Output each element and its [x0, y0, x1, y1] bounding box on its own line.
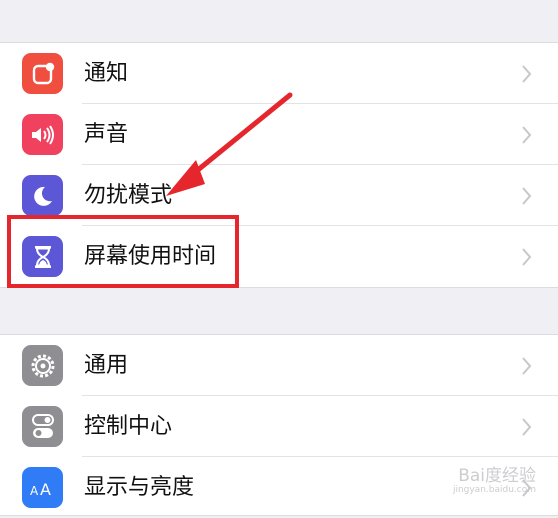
settings-row-label: 显示与亮度 — [84, 475, 195, 500]
settings-row-sounds[interactable]: 声音 — [0, 104, 558, 165]
control-center-icon — [22, 406, 63, 447]
settings-row-label: 通知 — [84, 61, 129, 86]
chevron-right-icon — [522, 418, 532, 436]
notifications-icon — [22, 53, 63, 94]
settings-row-general[interactable]: 通用 — [0, 335, 558, 396]
watermark-text: Bai度经验 — [458, 466, 536, 487]
svg-text:A: A — [40, 480, 51, 499]
settings-row-label: 控制中心 — [84, 414, 173, 439]
chevron-right-icon — [522, 357, 532, 375]
sounds-icon — [22, 114, 63, 155]
settings-row-screen-time[interactable]: 屏幕使用时间 — [0, 226, 558, 287]
settings-row-label: 通用 — [84, 353, 129, 378]
settings-row-notifications[interactable]: 通知 — [0, 43, 558, 104]
baidu-jingyan-watermark: Bai度经验 jingyan.baidu.com — [453, 467, 536, 496]
settings-row-label: 勿扰模式 — [84, 183, 173, 208]
settings-row-do-not-disturb[interactable]: 勿扰模式 — [0, 165, 558, 226]
settings-row-label: 声音 — [84, 122, 129, 147]
chevron-right-icon — [522, 248, 532, 266]
settings-group-1: 通知 声音 勿扰模式 屏幕使用时间 — [0, 42, 558, 288]
do-not-disturb-moon-icon — [22, 175, 63, 216]
chevron-right-icon — [522, 65, 532, 83]
svg-text:A: A — [30, 484, 39, 498]
settings-row-label: 屏幕使用时间 — [84, 244, 217, 269]
chevron-right-icon — [522, 126, 532, 144]
screen-time-hourglass-icon — [22, 236, 63, 277]
chevron-right-icon — [522, 187, 532, 205]
settings-row-control-center[interactable]: 控制中心 — [0, 396, 558, 457]
watermark-subtext: jingyan.baidu.com — [452, 485, 536, 496]
display-brightness-icon: A A — [22, 467, 63, 508]
general-gear-icon — [22, 345, 63, 386]
